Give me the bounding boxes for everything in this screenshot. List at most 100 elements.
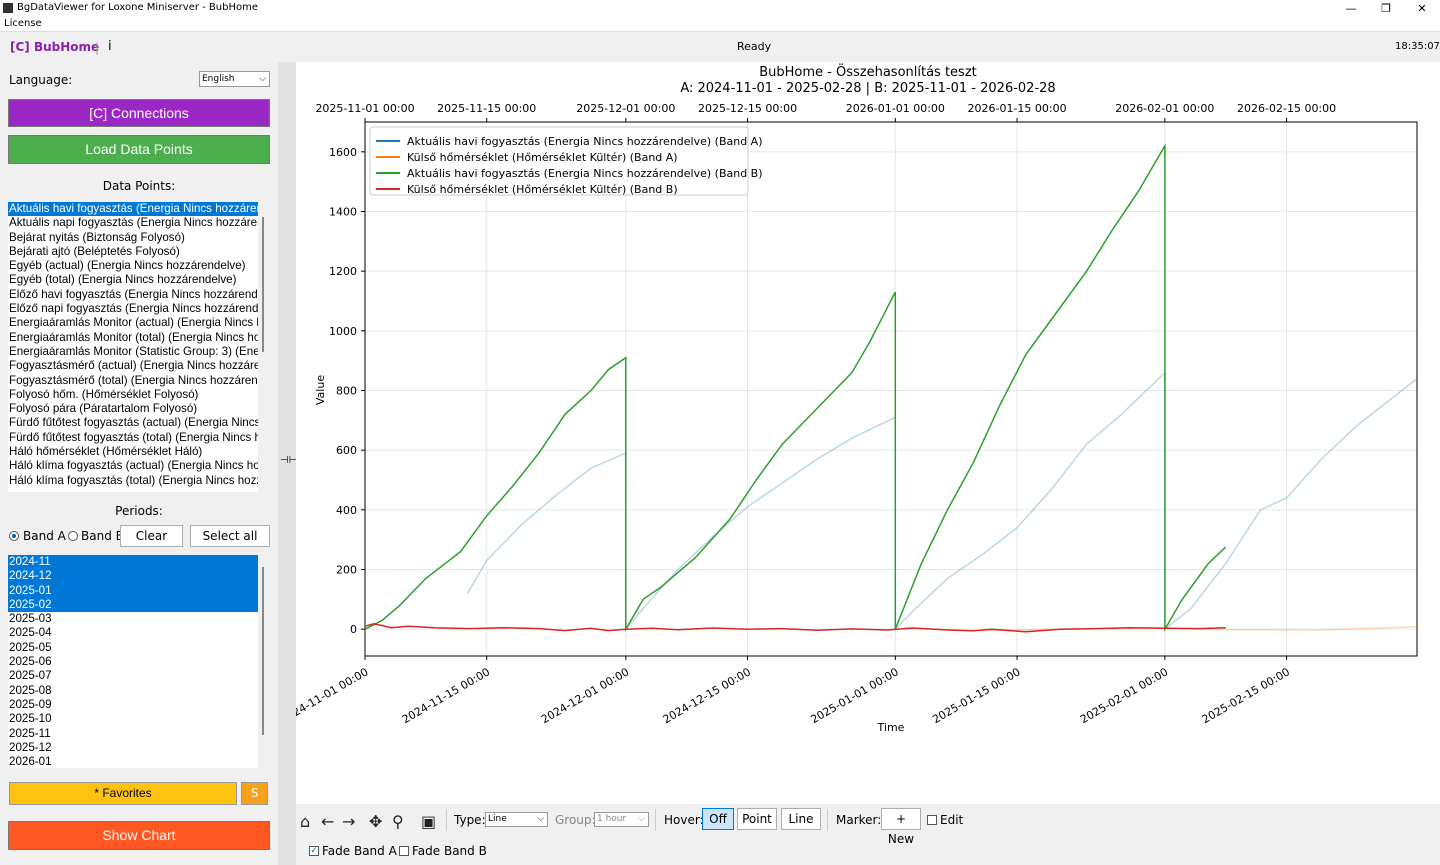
data-point-item[interactable]: Háló klíma fogyasztás (actual) (Energia …: [8, 459, 258, 473]
language-select[interactable]: English ⌵: [199, 71, 270, 87]
data-point-item[interactable]: Fogyasztásmérő (actual) (Energia Nincs h…: [8, 359, 258, 373]
edit-checkbox[interactable]: [927, 815, 937, 825]
period-item[interactable]: 2024-12: [8, 569, 258, 584]
show-chart-button[interactable]: Show Chart: [8, 821, 270, 850]
period-item[interactable]: 2025-09: [8, 698, 258, 712]
series-line-3[interactable]: [364, 623, 1226, 633]
load-data-points-button[interactable]: Load Data Points: [8, 135, 270, 164]
maximize-button[interactable]: ❐: [1368, 0, 1404, 17]
fade-band-b-label[interactable]: Fade Band B: [412, 844, 487, 858]
group-value: 1 hour: [597, 814, 627, 824]
sidebar: Language: English ⌵ [C] Connections Load…: [0, 62, 278, 865]
y-tick-label: 600: [336, 444, 357, 457]
data-point-item[interactable]: Fürdő fűtőtest fogyasztás (total) (Energ…: [8, 431, 258, 445]
x-top-tick-label: 2026-02-01 00:00: [1115, 102, 1214, 115]
group-select[interactable]: 1 hour ⌵: [594, 812, 649, 827]
x-tick-label: 2025-02-01 00:00: [1078, 665, 1170, 726]
band-b-label[interactable]: Band B: [81, 529, 124, 543]
minimize-button[interactable]: —: [1333, 0, 1369, 17]
clear-button[interactable]: Clear: [120, 525, 183, 547]
save-icon[interactable]: ▣: [421, 812, 436, 831]
hover-point-button[interactable]: Point: [737, 808, 777, 830]
data-point-item[interactable]: Bejárati ajtó (Beléptetés Folyosó): [8, 245, 258, 259]
data-point-item[interactable]: Energiaáramlás Monitor (Statistic Group:…: [8, 345, 258, 359]
data-point-item[interactable]: Előző napi fogyasztás (Energia Nincs hoz…: [8, 302, 258, 316]
period-item[interactable]: 2025-02: [8, 597, 258, 613]
period-item[interactable]: 2025-12: [8, 741, 258, 755]
chevron-down-icon: ⌵: [537, 814, 544, 824]
x-tick-label: 2024-11-01 00:00: [296, 665, 371, 726]
data-point-item[interactable]: Háló hőmérséklet (Hőmérséklet Háló): [8, 445, 258, 459]
type-select[interactable]: Line ⌵: [485, 812, 548, 827]
data-point-item[interactable]: Fogyasztásmérő (total) (Energia Nincs ho…: [8, 374, 258, 388]
zoom-icon[interactable]: ⚲: [392, 812, 404, 831]
period-item[interactable]: 2025-10: [8, 712, 258, 726]
chevron-down-icon: ⌵: [259, 74, 266, 84]
data-point-item[interactable]: Bejárat nyitás (Biztonság Folyosó): [8, 231, 258, 245]
data-points-scrollbar[interactable]: [262, 217, 264, 352]
data-points-list[interactable]: Aktuális havi fogyasztás (Energia Nincs …: [8, 202, 258, 492]
series-line-2[interactable]: [364, 143, 1227, 632]
home-icon[interactable]: ⌂: [300, 812, 310, 831]
periods-list[interactable]: 2024-11 2024-12 2025-01 2025-02 2025-03 2025-…: [8, 555, 258, 768]
fade-band-a-label[interactable]: Fade Band A: [322, 844, 397, 858]
fade-band-a-checkbox[interactable]: ✓: [309, 846, 319, 856]
back-icon[interactable]: ←: [321, 812, 334, 831]
y-axis-label: Value: [314, 375, 327, 405]
favorites-button[interactable]: * Favorites: [9, 782, 237, 805]
pan-icon[interactable]: ✥: [369, 812, 382, 831]
fade-band-b-checkbox[interactable]: [399, 846, 409, 856]
hover-off-button[interactable]: Off: [702, 808, 734, 830]
x-top-tick-label: 2025-11-01 00:00: [315, 102, 414, 115]
data-point-item[interactable]: Energiaáramlás Monitor (total) (Energia …: [8, 331, 258, 345]
period-item[interactable]: 2025-06: [8, 655, 258, 669]
data-point-item[interactable]: Folyosó pára (Páratartalom Folyosó): [8, 402, 258, 416]
data-point-item[interactable]: Háló klíma fogyasztás (total) (Energia N…: [8, 474, 258, 488]
band-a-radio[interactable]: [9, 531, 19, 541]
data-point-item[interactable]: Egyéb (total) (Energia Nincs hozzárendel…: [8, 273, 258, 287]
legend-entry: Külső hőmérséklet (Hőmérséklet Kültér) (…: [407, 183, 678, 196]
save-favorite-button[interactable]: S: [241, 782, 268, 805]
app-icon: [3, 3, 13, 13]
plot-frame: [364, 121, 1418, 657]
band-a-label[interactable]: Band A: [23, 529, 66, 543]
period-item[interactable]: 2026-01: [8, 755, 258, 768]
data-point-item[interactable]: Energiaáramlás Monitor (actual) (Energia…: [8, 316, 258, 330]
period-item[interactable]: 2025-08: [8, 684, 258, 698]
series-line-0[interactable]: [466, 370, 1418, 632]
periods-scrollbar[interactable]: [262, 567, 264, 735]
data-point-item[interactable]: Fürdő fűtőtest fogyasztás (actual) (Ener…: [8, 416, 258, 430]
period-item[interactable]: 2025-05: [8, 641, 258, 655]
data-point-item[interactable]: Egyéb (actual) (Energia Nincs hozzárende…: [8, 259, 258, 273]
x-tick-label: 2024-12-15 00:00: [661, 665, 753, 726]
hover-line-button[interactable]: Line: [781, 808, 821, 830]
data-point-item[interactable]: Folyosó hőm. (Hőmérséklet Folyosó): [8, 388, 258, 402]
chart-toolbar: ⌂ ← → ✥ ⚲ ▣ Type: Line ⌵ Group: 1 hour ⌵ H…: [296, 804, 1440, 865]
info-button[interactable]: i: [108, 39, 112, 54]
chart-canvas[interactable]: 0 200 400 600 800 1000 1200 1400 1600 2025-11-01 …: [296, 62, 1440, 804]
band-b-radio[interactable]: [68, 531, 78, 541]
new-marker-button[interactable]: + New: [881, 808, 921, 846]
x-axis-label: Time: [877, 721, 905, 734]
data-point-item[interactable]: Aktuális napi fogyasztás (Energia Nincs …: [8, 216, 258, 230]
connections-button[interactable]: [C] Connections: [8, 99, 270, 127]
y-tick-label: 1200: [329, 265, 357, 278]
close-button[interactable]: ✕: [1404, 0, 1440, 17]
period-item[interactable]: 2025-07: [8, 669, 258, 683]
period-item[interactable]: 2025-04: [8, 626, 258, 640]
splitter-handle-icon[interactable]: ⊣⊢: [280, 455, 297, 466]
edit-label[interactable]: Edit: [940, 813, 963, 827]
toolbar-separator: [446, 809, 447, 831]
period-item[interactable]: 2025-03: [8, 612, 258, 626]
select-all-button[interactable]: Select all: [190, 525, 270, 547]
forward-icon[interactable]: →: [342, 812, 355, 831]
period-item[interactable]: 2025-01: [8, 583, 258, 598]
legend-entry: Külső hőmérséklet (Hőmérséklet Kültér) (…: [407, 151, 678, 164]
period-item[interactable]: 2024-11: [8, 555, 258, 570]
menu-license[interactable]: License: [4, 18, 42, 29]
period-item[interactable]: 2025-11: [8, 727, 258, 741]
data-point-item[interactable]: Aktuális havi fogyasztás (Energia Nincs …: [8, 202, 258, 217]
x-tick-label: 2025-02-15 00:00: [1200, 665, 1292, 726]
y-tick-label: 1400: [329, 205, 357, 218]
data-point-item[interactable]: Előző havi fogyasztás (Energia Nincs hoz…: [8, 288, 258, 302]
